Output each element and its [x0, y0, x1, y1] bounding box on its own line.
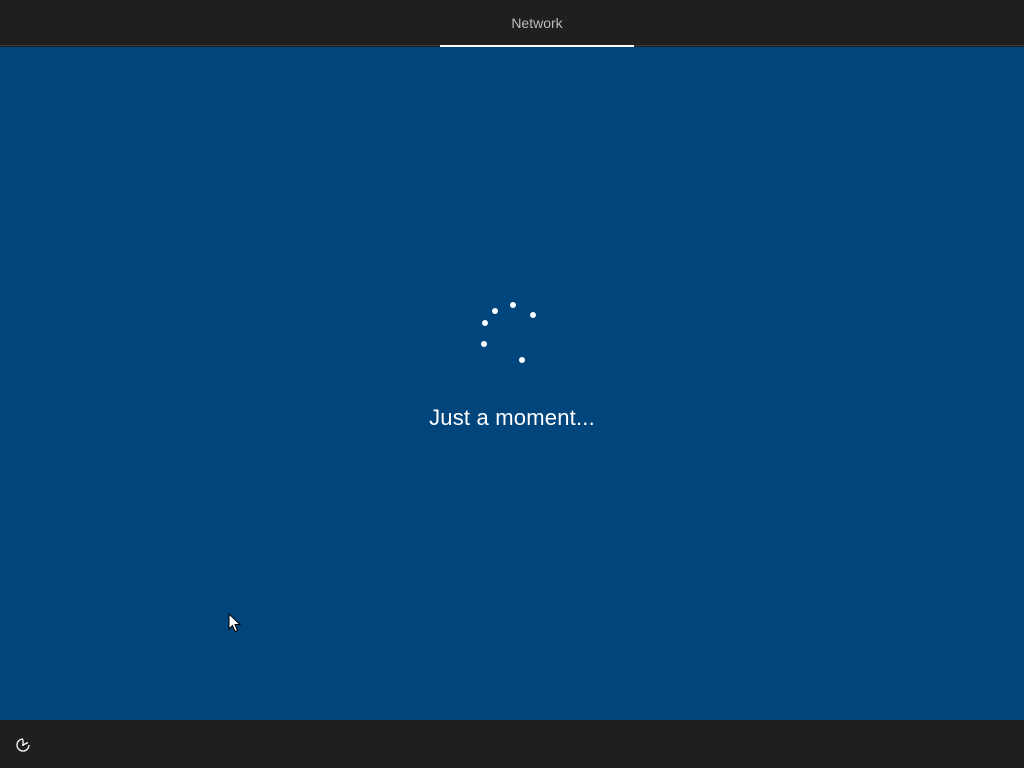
- spinner-dot: [492, 308, 498, 314]
- status-message: Just a moment...: [429, 405, 595, 430]
- spinner-dot: [510, 302, 516, 308]
- top-bar: Network: [0, 0, 1024, 47]
- spinner-dot: [530, 312, 536, 318]
- tab-network-label: Network: [511, 14, 563, 31]
- bottom-bar: [0, 720, 1024, 768]
- main-content: Just a moment...: [0, 47, 1024, 720]
- loading-spinner-icon: [481, 302, 536, 363]
- ease-of-access-button[interactable]: [12, 734, 34, 756]
- mouse-pointer-icon: [228, 613, 242, 633]
- spinner-dot: [482, 320, 488, 326]
- spinner-dot: [481, 341, 487, 347]
- tab-network: Network: [440, 0, 634, 47]
- spinner-dot: [519, 357, 525, 363]
- ease-of-access-icon: [16, 738, 30, 752]
